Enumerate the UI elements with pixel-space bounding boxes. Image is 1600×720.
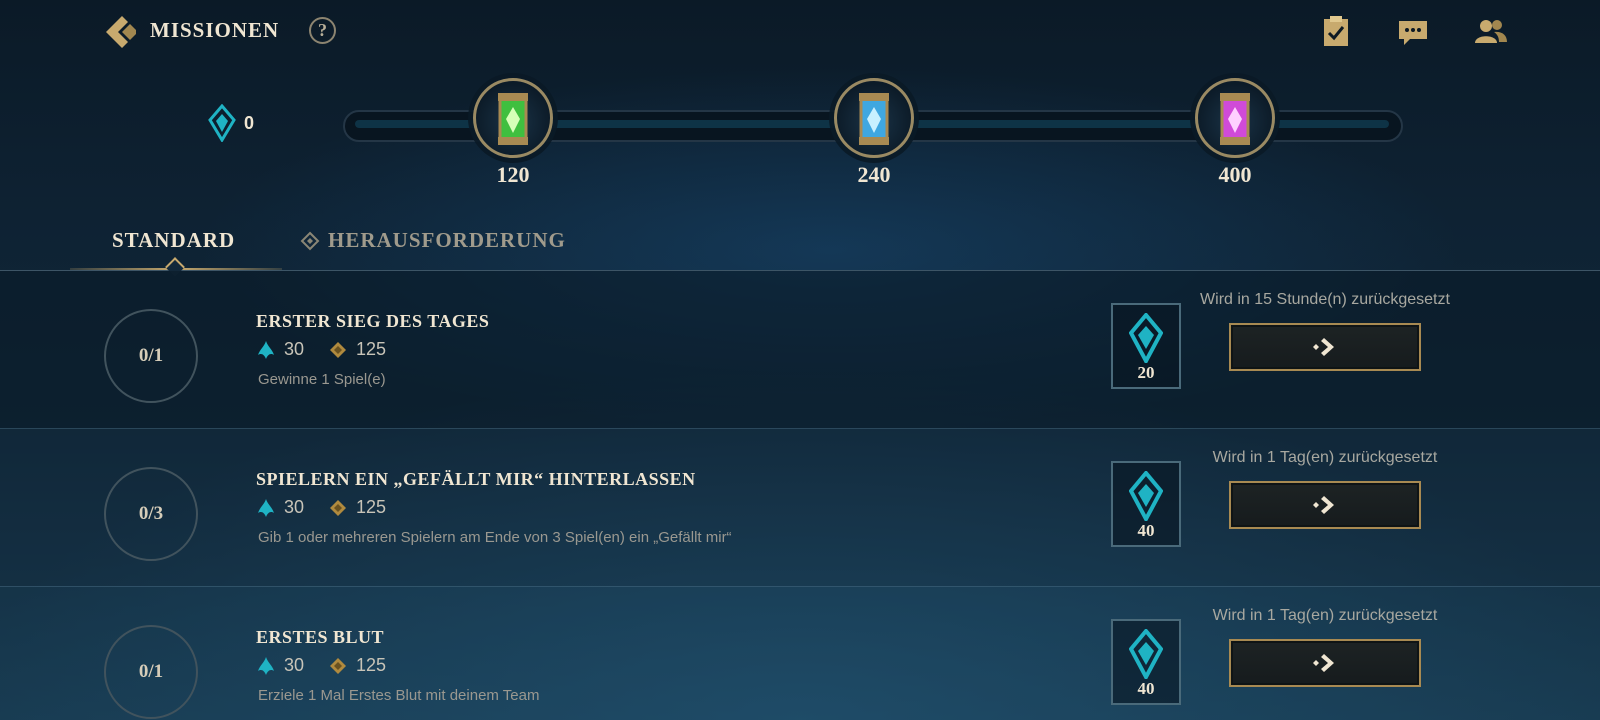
green-capsule-icon: [498, 93, 528, 145]
token-count: 0: [244, 112, 255, 133]
milestone-orb: [473, 78, 553, 158]
mission-description: Gib 1 oder mehreren Spielern am Ende von…: [258, 529, 732, 546]
blue-essence-icon: [258, 656, 274, 675]
token-reward: 20: [1111, 303, 1181, 389]
friends-icon: [1475, 20, 1507, 43]
mission-progress: 0/1: [104, 309, 198, 403]
milestone-track: 120 240 400: [343, 78, 1403, 187]
milestone-orb: [834, 78, 914, 158]
xp-icon: [330, 657, 347, 674]
reset-timer: Wird in 1 Tag(en) zurückgesetzt: [1212, 607, 1438, 624]
chat-icon: [1399, 21, 1427, 45]
go-to-mission-button[interactable]: [1229, 323, 1421, 371]
tab-standard[interactable]: STANDARD: [112, 228, 235, 253]
mission-progress: 0/3: [104, 467, 198, 561]
back-chevron-icon: [106, 16, 136, 48]
milestone-value: 240: [857, 162, 891, 187]
milestone-orb: [1195, 78, 1275, 158]
mission-title: SPIELERN EIN „GEFÄLLT MIR“ HINTERLASSEN: [256, 469, 696, 489]
go-to-mission-button[interactable]: [1229, 639, 1421, 687]
mission-token-icon: [1129, 471, 1163, 521]
xp-amount: 125: [356, 655, 387, 675]
arrow-right-icon: [1313, 496, 1334, 514]
milestone-value: 120: [496, 162, 530, 187]
mission-row: 0/3 SPIELERN EIN „GEFÄLLT MIR“ HINTERLAS…: [0, 429, 1600, 587]
tab-standard-label: STANDARD: [112, 228, 236, 252]
mission-token-icon: [208, 104, 236, 142]
token-reward: 40: [1111, 461, 1181, 547]
mission-token-icon: [1129, 629, 1163, 679]
friends-button[interactable]: [1474, 15, 1508, 49]
blue-essence-icon: [258, 498, 274, 517]
mission-rewards: 30 125: [256, 497, 410, 518]
mission-progress: 0/1: [104, 625, 198, 719]
tab-challenge[interactable]: HERAUSFORDERUNG: [300, 228, 566, 253]
token-reward: 40: [1111, 619, 1181, 705]
help-icon: ?: [318, 20, 327, 40]
mission-clipboard-icon: [1324, 16, 1348, 46]
mission-title: ERSTER SIEG DES TAGES: [256, 311, 490, 331]
mission-token-icon: [1129, 313, 1163, 363]
milestone-2[interactable]: 240: [829, 70, 919, 200]
mission-description: Gewinne 1 Spiel(e): [258, 371, 386, 388]
mission-rewards: 30 125: [256, 339, 410, 360]
mission-token-counter: 0: [208, 104, 254, 142]
reset-timer: Wird in 15 Stunde(n) zurückgesetzt: [1200, 291, 1450, 308]
xp-icon: [330, 499, 347, 516]
blue-essence-amount: 30: [284, 497, 305, 517]
help-button[interactable]: ?: [309, 17, 336, 44]
page-title: MISSIONEN: [150, 18, 280, 42]
blue-essence-amount: 30: [284, 339, 305, 359]
blue-essence-amount: 30: [284, 655, 305, 675]
challenge-diamond-icon: [300, 231, 320, 250]
blue-essence-icon: [258, 340, 274, 359]
mission-row: 0/1 ERSTES BLUT 30 125 Erziele 1 Mal Ers…: [0, 587, 1600, 720]
milestone-1[interactable]: 120: [468, 70, 558, 200]
tab-challenge-label: HERAUSFORDERUNG: [328, 228, 566, 252]
milestone-3[interactable]: 400: [1190, 70, 1280, 200]
back-button[interactable]: [100, 12, 140, 52]
token-reward-value: 20: [1137, 363, 1155, 382]
xp-icon: [330, 341, 347, 358]
purple-capsule-icon: [1220, 93, 1250, 145]
blue-capsule-icon: [859, 93, 889, 145]
chat-button[interactable]: [1396, 15, 1430, 49]
token-reward-value: 40: [1137, 679, 1155, 698]
arrow-right-icon: [1313, 654, 1334, 672]
arrow-right-icon: [1313, 338, 1334, 356]
mission-rewards: 30 125: [256, 655, 410, 676]
go-to-mission-button[interactable]: [1229, 481, 1421, 529]
mission-row: 0/1 ERSTER SIEG DES TAGES 30 125 Gewinne…: [0, 271, 1600, 429]
xp-amount: 125: [356, 497, 387, 517]
xp-amount: 125: [356, 339, 387, 359]
milestone-value: 400: [1218, 162, 1252, 187]
reset-timer: Wird in 1 Tag(en) zurückgesetzt: [1212, 449, 1438, 466]
mission-description: Erziele 1 Mal Erstes Blut mit deinem Tea…: [258, 687, 540, 704]
missions-button[interactable]: [1319, 15, 1353, 49]
mission-title: ERSTES BLUT: [256, 627, 385, 647]
token-reward-value: 40: [1137, 521, 1155, 540]
